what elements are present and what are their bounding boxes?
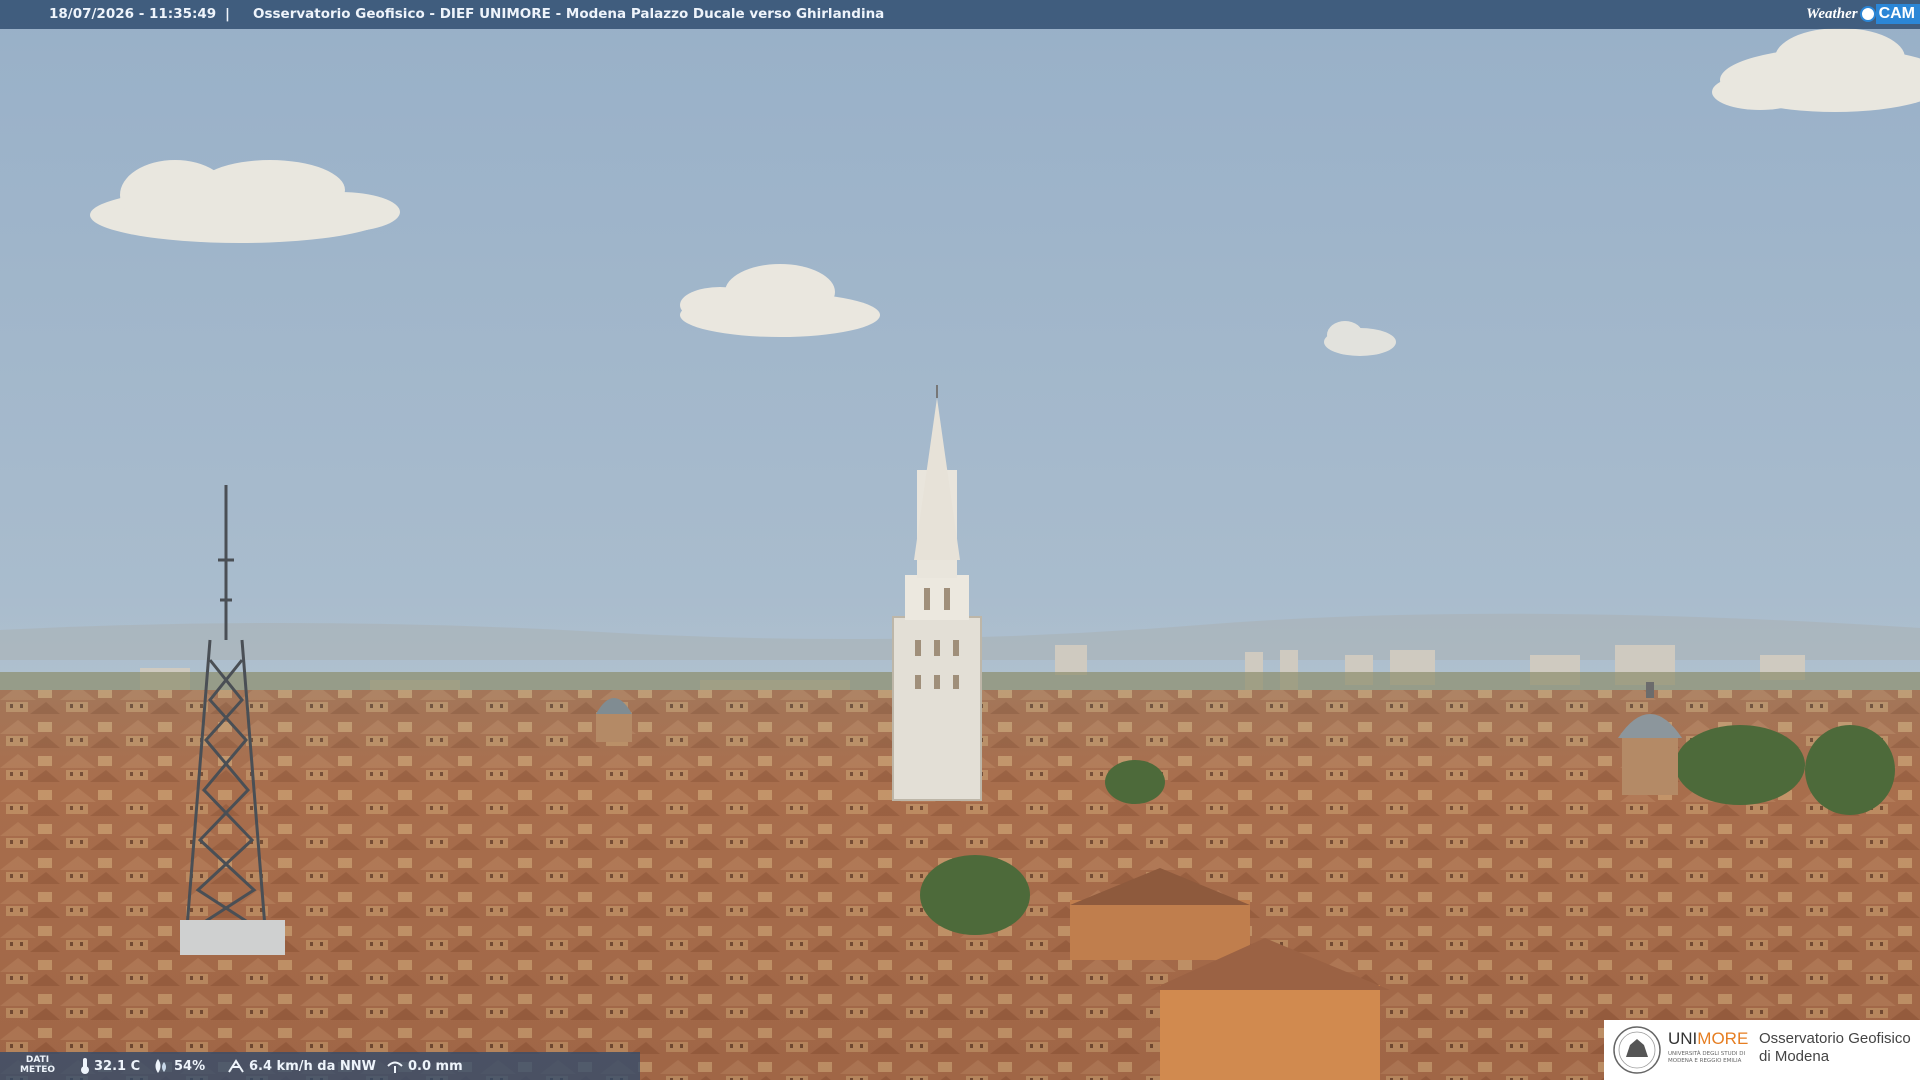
unimore-name: UNIMORE — [1668, 1029, 1749, 1048]
rain-readout: 0.0 mm — [386, 1058, 463, 1074]
temperature-readout: 32.1 C — [80, 1058, 140, 1074]
webcam-title: Osservatorio Geofisico - DIEF UNIMORE - … — [253, 6, 885, 22]
wind-icon — [228, 1059, 244, 1073]
webcam-scene — [0, 0, 1920, 1080]
webcam-header-bar: 18/07/2026 - 11:35:49 | Osservatorio Geo… — [0, 0, 1920, 29]
humidity-readout: 54% — [152, 1058, 205, 1074]
humidity-drop-icon — [155, 1059, 166, 1073]
wind-value: 6.4 km/h da NNW — [249, 1058, 376, 1074]
thermometer-icon — [81, 1058, 89, 1074]
separator: | — [225, 6, 230, 22]
camera-eye-icon — [1859, 6, 1876, 22]
university-seal-icon — [1613, 1026, 1661, 1074]
rain-gauge-icon — [387, 1061, 403, 1073]
weathercam-logo: Weather CAM — [1806, 2, 1920, 26]
rain-value: 0.0 mm — [408, 1058, 463, 1074]
logo-weather-text: Weather — [1806, 5, 1858, 22]
logo-cam-text: CAM — [1875, 4, 1920, 24]
humidity-value: 54% — [174, 1058, 206, 1074]
observatory-name: Osservatorio Geofisico di Modena — [1759, 1030, 1911, 1065]
wind-readout: 6.4 km/h da NNW — [227, 1058, 376, 1074]
unimore-subtitle: UNIVERSITÀ DEGLI STUDI DI MODENA E REGGI… — [1668, 1051, 1746, 1064]
antenna-base — [180, 920, 285, 955]
temperature-value: 32.1 C — [94, 1058, 141, 1074]
meteo-label: DATI METEO — [20, 1055, 56, 1075]
meteo-data-bar: DATI METEO 32.1 C 54% 6.4 km/h da NNW 0.… — [0, 1052, 640, 1080]
timestamp: 18/07/2026 - 11:35:49 — [49, 6, 217, 22]
unimore-observatory-logo: UNIMORE UNIVERSITÀ DEGLI STUDI DI MODENA… — [1604, 1020, 1920, 1080]
